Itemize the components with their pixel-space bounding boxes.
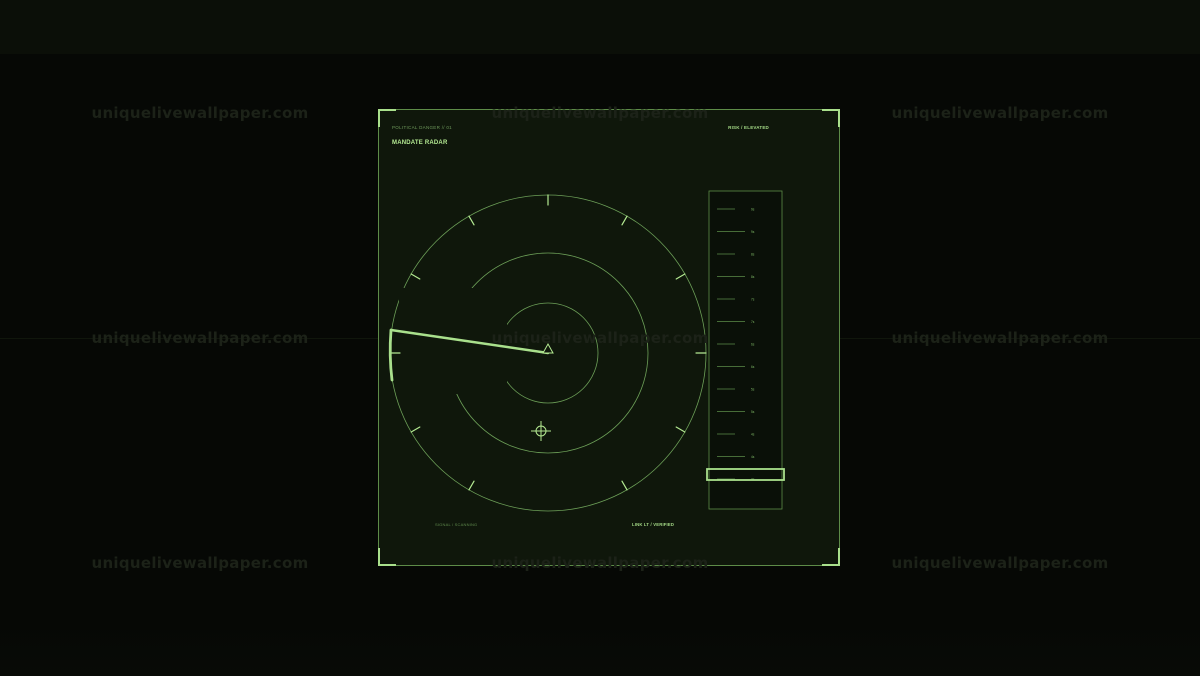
radar-panel: POLITICAL DANGER // 01 MANDATE RADAR RIS… (378, 109, 840, 566)
radar-tick (675, 273, 686, 280)
radar-tick (410, 426, 421, 433)
radar-tick (675, 426, 686, 433)
radar-tick (621, 215, 628, 226)
watermark: uniquelivewallpaper.com (91, 104, 309, 122)
radar-sweep-arc (388, 328, 394, 382)
watermark: uniquelivewallpaper.com (891, 104, 1109, 122)
radar-tick (468, 215, 475, 226)
radar-display: 9s9s8s8s7s7s6s6s5s5s4s4s3s (388, 190, 785, 512)
crosshair-icon[interactable] (531, 421, 551, 441)
watermark: uniquelivewallpaper.com (891, 554, 1109, 572)
scale-label: 9s (751, 230, 755, 234)
watermark: uniquelivewallpaper.com (91, 554, 309, 572)
radar-tick (468, 480, 475, 491)
scale-label: 8s (751, 253, 755, 257)
scale-label: 7s (751, 320, 755, 324)
radar-tick (410, 273, 421, 280)
scale-label: 5s (751, 388, 755, 392)
triangle-icon (542, 342, 554, 354)
scale-label: 7s (751, 298, 755, 302)
ring-gap (399, 288, 507, 394)
radar-tick (621, 480, 628, 491)
scale-label: 4s (751, 433, 755, 437)
scale-label: 4s (751, 455, 755, 459)
scale-track (708, 190, 783, 510)
scale-label: 8s (751, 275, 755, 279)
scale-label: 6s (751, 343, 755, 347)
scale-label: 9s (751, 208, 755, 212)
scale-label: 5s (751, 410, 755, 414)
top-band (0, 0, 1200, 54)
scale-label: 6s (751, 365, 755, 369)
